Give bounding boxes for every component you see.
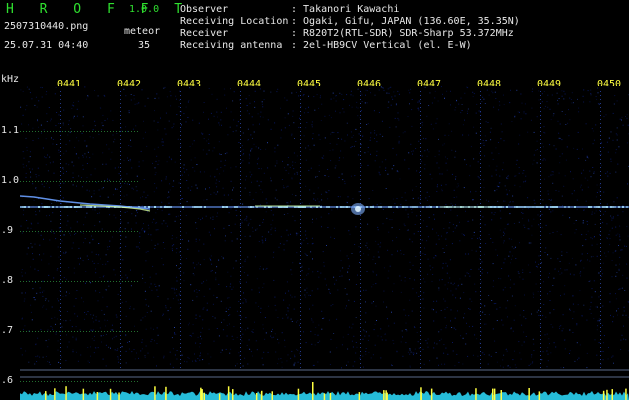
frequency-tick-label: .8 — [1, 275, 14, 286]
antenna-label: Receiving antenna — [180, 40, 283, 51]
datetime: 25.07.31 04:40 — [4, 40, 89, 51]
observer-label: Observer — [180, 4, 229, 15]
meteor-count: 35 — [138, 40, 151, 51]
file-name: 2507310440.png — [4, 21, 89, 32]
frequency-tick-label: 1.1 — [1, 125, 20, 136]
app-version: 1.0.0 — [129, 4, 160, 15]
receiver-value: : R820T2(RTL-SDR) SDR-Sharp 53.372MHz — [291, 28, 514, 39]
spectrogram-background — [20, 86, 629, 400]
frequency-tick-label: 1.0 — [1, 175, 20, 186]
antenna-value: : 2el-HB9CV Vertical (el. E-W) — [291, 40, 472, 51]
hrofft-screen: H R O F F T 1.0.0 2507310440.png meteor … — [0, 0, 629, 400]
unit-label: kHz — [1, 74, 20, 85]
meteor-label: meteor — [124, 26, 161, 37]
frequency-tick-label: .7 — [1, 325, 14, 336]
location-label: Receiving Location — [180, 16, 289, 27]
receiver-label: Receiver — [180, 28, 229, 39]
location-value: : Ogaki, Gifu, JAPAN (136.60E, 35.35N) — [291, 16, 520, 27]
frequency-tick-label: .6 — [1, 375, 14, 386]
frequency-tick-label: .9 — [1, 225, 14, 236]
app-name: H R O F F T — [6, 2, 192, 17]
spectrogram — [20, 86, 629, 400]
observer-value: : Takanori Kawachi — [291, 4, 400, 15]
